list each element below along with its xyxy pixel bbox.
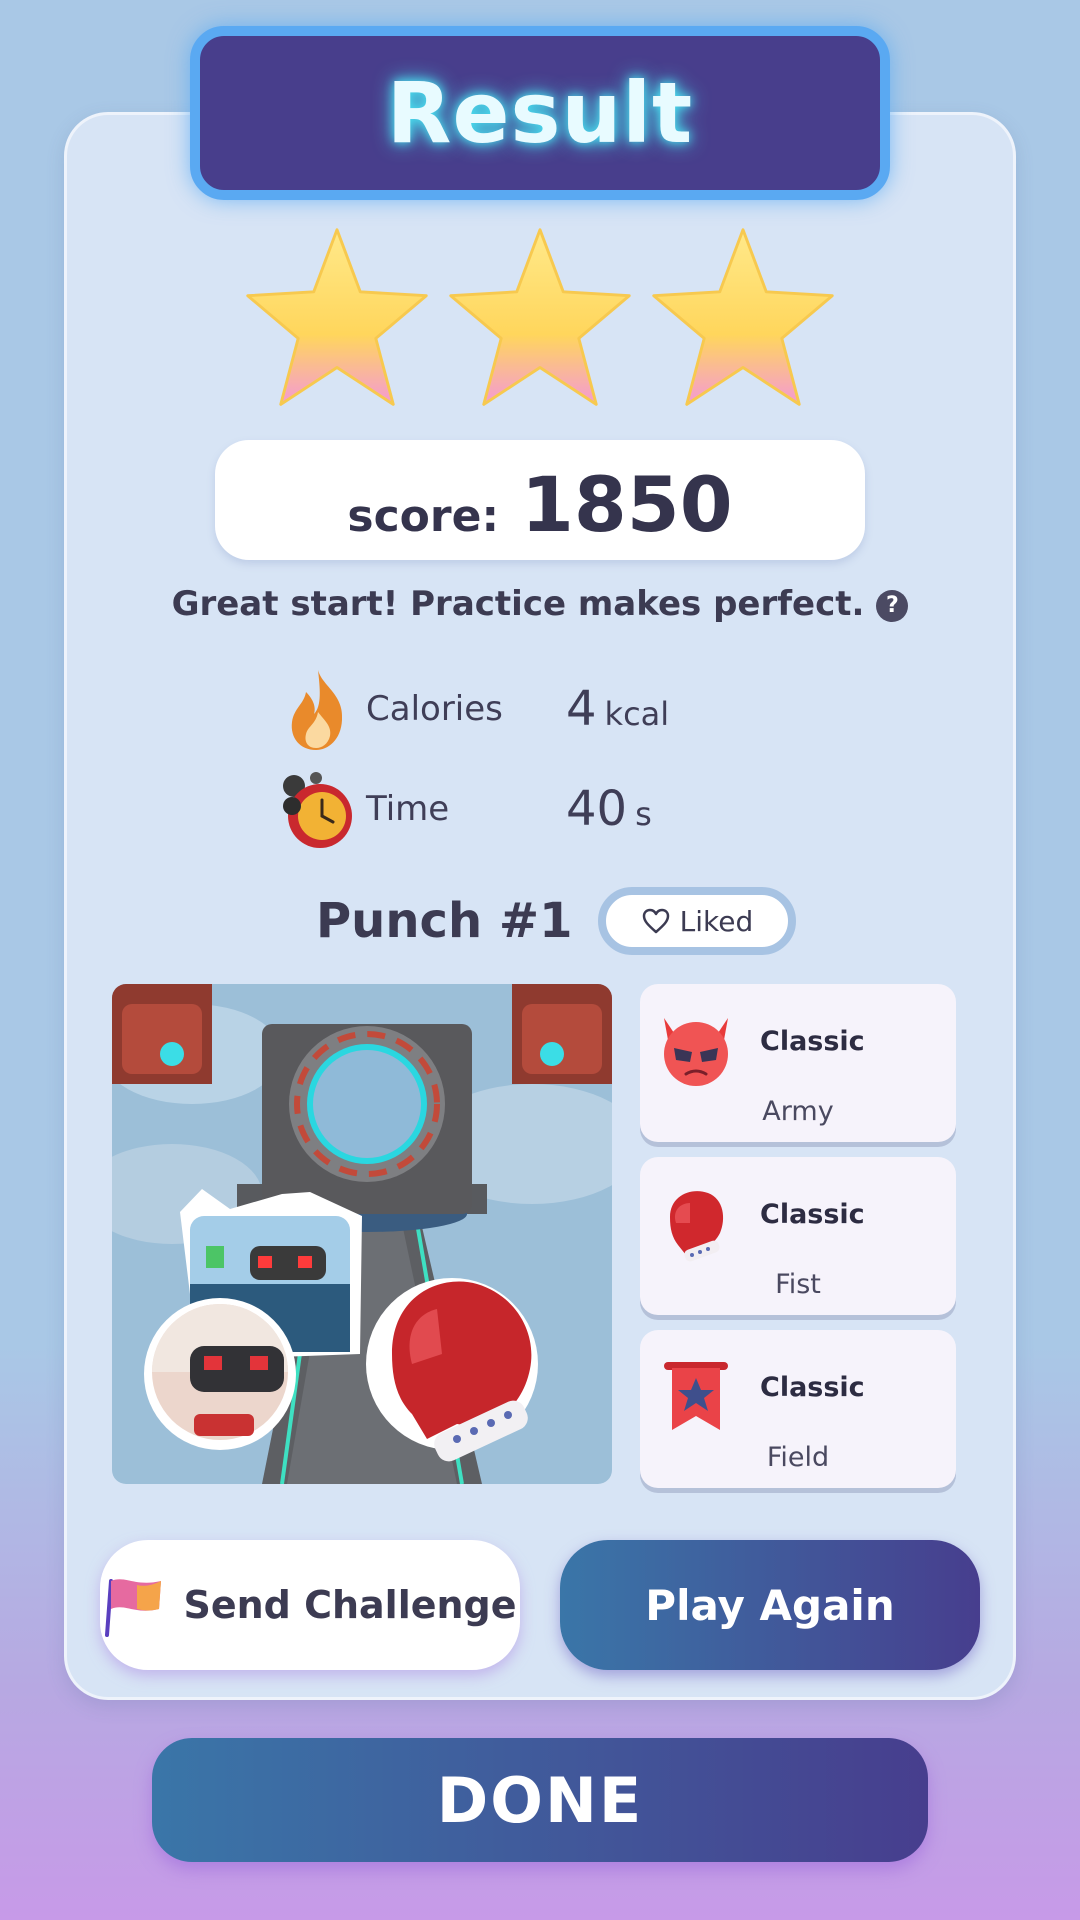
page-title: Result (386, 64, 694, 162)
modifier-name: Army (762, 1096, 834, 1127)
time-value: 40 s (566, 781, 652, 837)
star-icon (246, 228, 428, 406)
alarm-clock-icon (283, 772, 352, 848)
song-row: Punch #1 Liked (316, 886, 797, 956)
liked-button[interactable]: Liked (598, 887, 797, 955)
calories-value: 4 kcal (566, 681, 670, 737)
star-icon (449, 228, 631, 406)
song-title: Punch #1 (316, 893, 573, 949)
flag-icon (105, 1579, 162, 1637)
title-banner: Result (190, 26, 890, 200)
play-again-button[interactable]: Play Again (560, 1540, 980, 1670)
modifier-type: Classic (760, 1372, 865, 1403)
send-challenge-button[interactable]: Send Challenge (100, 1540, 520, 1670)
modifier-card-field[interactable]: Classic Field (640, 1330, 956, 1488)
done-button[interactable]: DONE (152, 1738, 928, 1862)
modifier-type: Classic (760, 1026, 865, 1057)
calories-unit: kcal (604, 695, 670, 733)
boxing-glove-icon (670, 1191, 724, 1262)
score-value: 1850 (521, 460, 733, 549)
star-icon (652, 228, 834, 406)
score-label: score: (347, 491, 500, 542)
stat-row-time: Time 40 s (278, 764, 838, 854)
fire-icon (291, 670, 343, 750)
time-label: Time (366, 789, 450, 829)
modifier-name: Fist (775, 1269, 821, 1300)
help-icon[interactable]: ? (876, 589, 909, 622)
stat-row-calories: Calories 4 kcal (278, 664, 838, 754)
time-unit: s (635, 795, 652, 833)
modifier-card-fist[interactable]: Classic Fist (640, 1157, 956, 1315)
feedback-text: Great start! Practice makes perfect. (171, 584, 865, 624)
modifier-name: Field (766, 1442, 830, 1473)
calories-label: Calories (366, 689, 503, 729)
game-thumbnail (112, 984, 612, 1484)
play-again-label: Play Again (645, 1580, 895, 1630)
modifier-type: Classic (760, 1199, 865, 1230)
star-rating (240, 222, 840, 422)
banner-icon (664, 1362, 728, 1430)
feedback-message: Great start! Practice makes perfect.? (0, 584, 1080, 624)
send-challenge-label: Send Challenge (183, 1583, 517, 1627)
done-label: DONE (436, 1763, 644, 1837)
devil-icon (664, 1018, 728, 1086)
liked-label: Liked (679, 904, 754, 938)
score-box: score: 1850 (215, 440, 865, 560)
modifier-card-army[interactable]: Classic Army (640, 984, 956, 1142)
heart-icon (642, 908, 669, 934)
